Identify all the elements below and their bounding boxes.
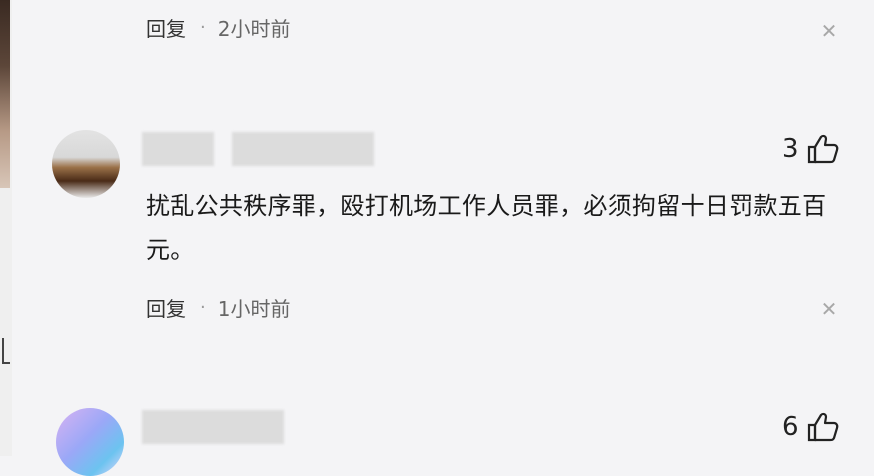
partial-glyph	[2, 338, 10, 364]
thumbs-up-icon[interactable]	[807, 412, 839, 442]
close-icon[interactable]: ✕	[818, 297, 840, 321]
comment-actions: 回复 · 2小时前	[146, 12, 290, 42]
avatar[interactable]	[52, 130, 120, 198]
reply-button[interactable]: 回复	[146, 293, 186, 322]
username-blurred[interactable]	[142, 132, 214, 166]
comment-actions: 回复 · 1小时前	[146, 292, 290, 322]
separator-dot: ·	[200, 16, 206, 38]
like-control[interactable]: 3	[782, 134, 839, 164]
separator-dot: ·	[200, 296, 206, 318]
left-edge-strip	[0, 0, 12, 456]
thumbs-up-icon[interactable]	[807, 134, 839, 164]
partial-image	[0, 0, 10, 188]
close-icon[interactable]: ✕	[818, 19, 840, 43]
like-count: 6	[782, 412, 799, 442]
comment-text: 扰乱公共秩序罪，殴打机场工作人员罪，必须拘留十日罚款五百元。	[146, 192, 827, 264]
comment-time: 2小时前	[217, 16, 291, 41]
avatar[interactable]	[56, 408, 124, 476]
reply-button[interactable]: 回复	[146, 13, 186, 42]
like-control[interactable]: 6	[782, 412, 839, 442]
like-count: 3	[782, 134, 799, 164]
username-blurred[interactable]	[142, 410, 284, 444]
comment-time: 1小时前	[217, 296, 291, 321]
user-badge-blurred	[232, 132, 374, 166]
